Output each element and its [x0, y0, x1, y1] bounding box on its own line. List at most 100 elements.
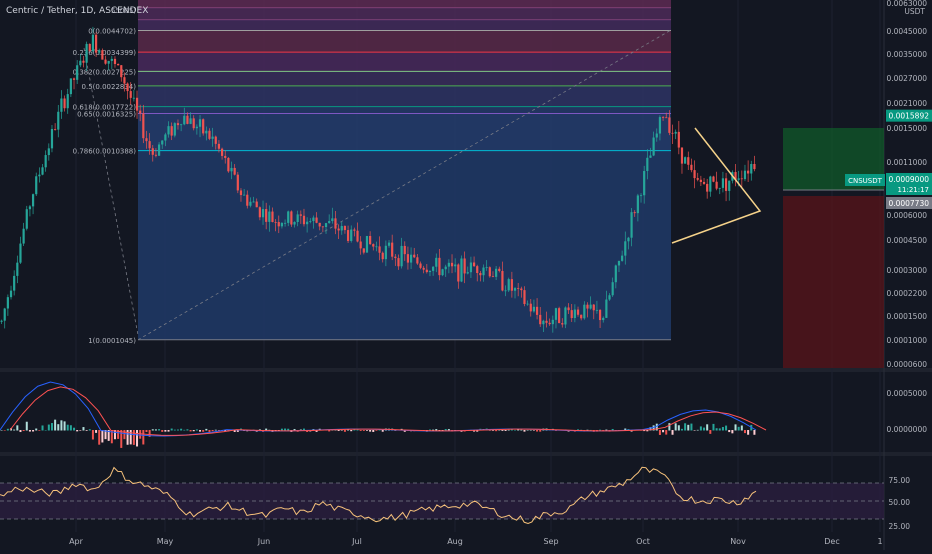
chart-stage[interactable]: 55005) 0(0.0044702) 0.236(0.0034399) 0.382(… [0, 0, 932, 550]
candle [753, 163, 756, 170]
rsi-tick-label: 25.00 [889, 522, 911, 531]
macd-histogram-bar [170, 428, 173, 431]
candle [202, 119, 205, 134]
fib-band [138, 85, 671, 107]
candle [255, 201, 258, 208]
candle [510, 279, 513, 291]
fib-label: 0(0.0044702) [88, 28, 136, 36]
candle [520, 288, 523, 291]
candle [718, 187, 721, 189]
candle [570, 310, 573, 319]
macd-histogram-bar [73, 427, 76, 431]
candle [66, 94, 69, 109]
candle [498, 268, 501, 271]
candle [337, 228, 340, 231]
candle [378, 246, 381, 253]
price-chart[interactable]: 55005)0(0.0044702)0.236(0.0034399)0.382(… [0, 0, 932, 550]
candle [438, 257, 441, 276]
macd-histogram-bar [28, 430, 31, 432]
candle [564, 307, 567, 325]
candle [674, 131, 677, 134]
candle [189, 118, 192, 124]
candle [161, 140, 164, 145]
macd-histogram-bar [142, 430, 145, 445]
candle [532, 306, 536, 312]
candle [501, 270, 504, 291]
macd-histogram-bar [98, 430, 101, 445]
candle [400, 245, 403, 267]
macd-histogram-bar [189, 430, 192, 432]
macd-histogram-bar [671, 430, 674, 435]
macd-histogram-bar [747, 430, 750, 435]
candle [120, 65, 123, 78]
candle [586, 304, 589, 309]
time-tick-label: Jun [257, 537, 271, 546]
macd-histogram-bar [32, 430, 35, 432]
macd-histogram-bar [41, 425, 44, 431]
candle [236, 174, 239, 191]
candle [227, 157, 230, 172]
candle [513, 288, 517, 291]
macd-histogram-bar [76, 430, 79, 432]
candle [173, 123, 176, 136]
fib-band [138, 106, 671, 114]
candle [25, 209, 28, 229]
candle [668, 117, 671, 133]
candle [469, 262, 473, 273]
macd-histogram-bar [183, 429, 186, 431]
macd-histogram-bar [44, 429, 47, 431]
candle [482, 267, 485, 276]
macd-histogram-bar [523, 430, 526, 432]
macd-histogram-bar [38, 430, 41, 431]
macd-histogram-bar [369, 430, 372, 432]
candle [441, 269, 444, 276]
candle [41, 167, 44, 175]
time-tick-label: Nov [730, 537, 746, 546]
candle [271, 211, 274, 222]
candle [252, 201, 255, 203]
candle [724, 178, 728, 191]
macd-histogram-bar [66, 424, 69, 431]
candle [542, 320, 545, 325]
time-tick-label: May [157, 537, 174, 546]
fib-band-extension [138, 8, 671, 20]
candle [728, 180, 731, 191]
candle [148, 141, 151, 149]
macd-histogram-bar [668, 423, 671, 431]
macd-histogram-bar [287, 428, 290, 431]
macd-histogram-bar [665, 430, 668, 435]
macd-histogram-bar [435, 429, 438, 431]
time-tick-label: Apr [69, 537, 84, 546]
candle [208, 130, 211, 139]
candle [72, 78, 76, 80]
candle [50, 128, 54, 149]
macd-histogram-bar [696, 429, 699, 431]
macd-histogram-bar [158, 429, 161, 431]
macd-histogram-bar [706, 424, 709, 431]
candle [463, 258, 466, 274]
candle [608, 295, 611, 300]
macd-histogram-bar [709, 430, 712, 434]
candle [180, 124, 183, 126]
candle [677, 131, 680, 148]
macd-histogram-bar [0, 430, 3, 431]
candle [416, 257, 419, 264]
macd-histogram-bar [743, 430, 746, 434]
macd-histogram-bar [19, 430, 22, 433]
candle [312, 217, 315, 222]
macd-histogram-bar [687, 424, 690, 431]
candle [283, 222, 287, 224]
candle [655, 133, 658, 138]
candle [135, 97, 139, 111]
candle [466, 272, 469, 274]
candle [0, 320, 3, 322]
macd-histogram-bar [47, 424, 50, 431]
macd-histogram-bar [684, 423, 687, 431]
candle [539, 314, 542, 325]
macd-histogram-bar [22, 430, 25, 432]
macd-histogram-bar [447, 429, 450, 431]
candle [671, 132, 674, 134]
macd-histogram-bar [381, 430, 384, 432]
candle [687, 157, 690, 165]
macd-histogram-bar [6, 428, 9, 431]
